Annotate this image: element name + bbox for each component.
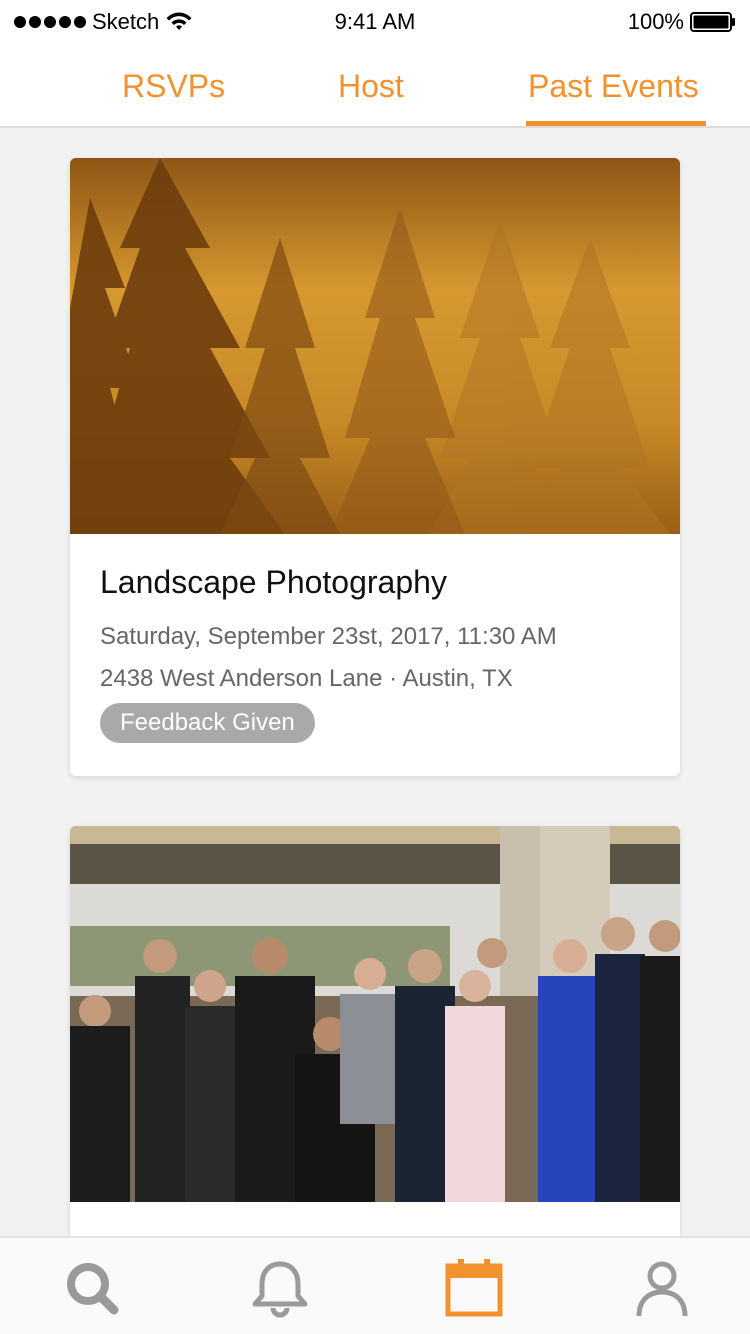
search-icon (67, 1263, 119, 1315)
event-location: 2438 West Anderson Lane · Austin, TX (100, 665, 513, 692)
tab-rsvps[interactable]: RSVPs (122, 68, 225, 105)
tab-host[interactable]: Host (338, 68, 404, 105)
events-tab-bar: RSVPs Host Past Events (0, 44, 750, 128)
calendar-icon (445, 1259, 503, 1317)
bottom-nav-bar (0, 1236, 750, 1334)
battery-percent: 100% (627, 9, 684, 34)
event-card[interactable]: Landscape Photography Saturday, Septembe… (70, 158, 680, 776)
active-tab-indicator (526, 121, 706, 126)
profile-icon (636, 1261, 688, 1317)
nav-calendar[interactable] (444, 1258, 504, 1318)
wifi-icon (166, 12, 192, 30)
carrier-name: Sketch (92, 9, 160, 34)
event-title: Landscape Photography (100, 564, 447, 600)
nav-notifications[interactable] (250, 1258, 310, 1318)
status-bar: Sketch 9:41 AM 100% (0, 0, 750, 44)
status-right: 100% (628, 9, 736, 35)
battery-icon (690, 12, 735, 32)
event-date: Saturday, September 23st, 2017, 11:30 AM (100, 623, 557, 650)
tab-past-events[interactable]: Past Events (528, 68, 699, 105)
event-card-body: Landscape Photography Saturday, Septembe… (70, 534, 680, 743)
bell-icon (252, 1261, 308, 1318)
feedback-status-badge: Feedback Given (100, 703, 315, 743)
nav-search[interactable] (62, 1258, 122, 1318)
nav-profile[interactable] (632, 1258, 692, 1318)
status-left: Sketch (14, 9, 193, 35)
event-card[interactable] (70, 826, 680, 1246)
group-of-runners-photo (70, 826, 680, 1202)
misty-forest-sunrise-photo (70, 158, 680, 534)
signal-strength-icon (14, 16, 86, 28)
